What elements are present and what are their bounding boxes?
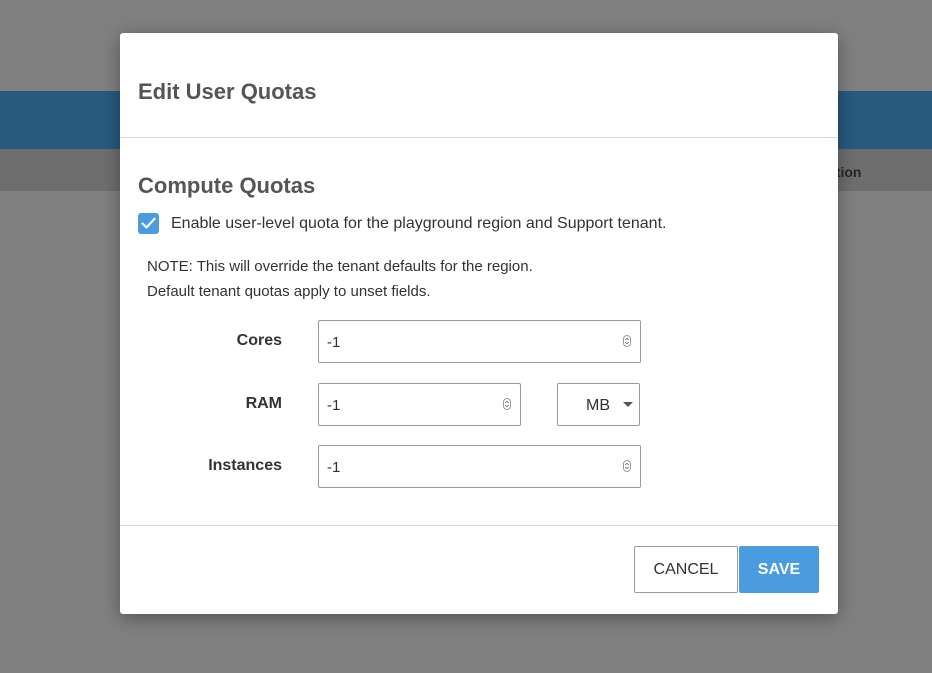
instances-value: -1 [327,459,341,476]
check-icon [141,217,156,229]
instances-input[interactable]: -1 [318,445,641,488]
cores-input[interactable]: -1 [318,320,641,363]
cores-label: Cores [236,332,282,349]
note-line-2: Default tenant quotas apply to unset fie… [147,283,431,300]
caret-down-icon [623,402,633,407]
instances-label: Instances [208,457,282,474]
edit-user-quotas-dialog: Edit User Quotas Compute Quotas Enable u… [120,33,838,614]
save-button[interactable]: SAVE [739,546,819,593]
spinner-arrows-icon [624,462,630,470]
note-line-1: NOTE: This will override the tenant defa… [147,258,533,275]
section-title-compute: Compute Quotas [138,173,316,198]
enable-quota-checkbox[interactable] [138,213,159,234]
spinner-arrows-icon [504,400,510,408]
enable-quota-label: Enable user-level quota for the playgrou… [171,215,667,232]
ram-unit-value: MB [586,397,610,414]
ram-spinner[interactable] [503,398,511,410]
ram-label: RAM [245,395,282,412]
cancel-button[interactable]: CANCEL [634,546,738,593]
header-divider [120,137,838,138]
ram-unit-select[interactable]: MB [557,383,640,426]
dialog-title: Edit User Quotas [138,79,317,104]
cores-spinner[interactable] [623,335,631,347]
cores-value: -1 [327,334,341,351]
footer-divider [120,525,838,526]
ram-input[interactable]: -1 [318,383,521,426]
spinner-arrows-icon [624,337,630,345]
instances-spinner[interactable] [623,460,631,472]
ram-value: -1 [327,397,341,414]
